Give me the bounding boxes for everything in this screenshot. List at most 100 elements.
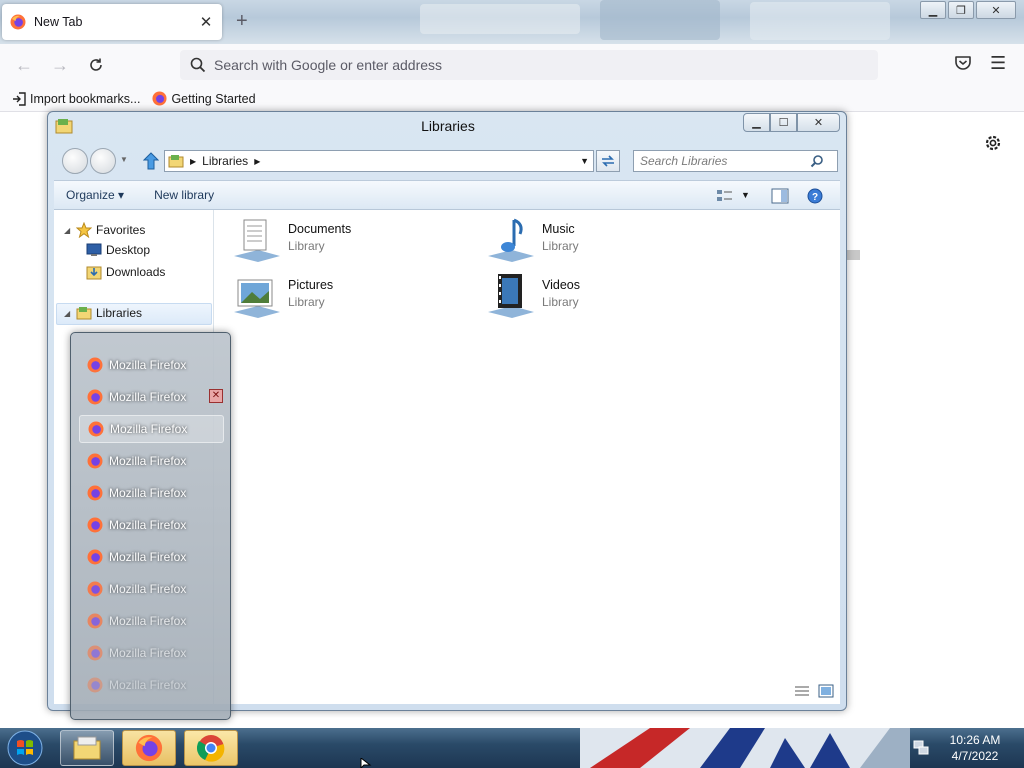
bookmark-label: Import bookmarks...: [30, 91, 141, 106]
forward-button[interactable]: [90, 148, 116, 174]
url-bar[interactable]: [180, 50, 878, 80]
history-dropdown-icon[interactable]: ▼: [120, 155, 128, 164]
window-list-item[interactable]: Mozilla Firefox: [79, 415, 224, 443]
new-library-button[interactable]: New library: [154, 188, 214, 202]
gear-icon[interactable]: [983, 133, 1003, 153]
network-icon[interactable]: [912, 738, 930, 756]
forward-arrow-icon[interactable]: →: [48, 53, 72, 77]
taskbar-chrome-button[interactable]: [184, 730, 238, 766]
address-dropdown-icon[interactable]: ▼: [580, 156, 589, 166]
new-tab-icon[interactable]: +: [236, 10, 248, 33]
close-button[interactable]: ✕: [797, 113, 840, 132]
preview-pane-icon[interactable]: [771, 188, 789, 204]
view-dropdown-icon[interactable]: ▼: [741, 190, 750, 200]
window-list-item[interactable]: Mozilla Firefox: [79, 543, 224, 571]
bookmarks-toolbar: Import bookmarks... Getting Started: [0, 86, 1024, 112]
clock-time: 10:26 AM: [949, 733, 1001, 747]
window-list-item[interactable]: Mozilla Firefox ✕: [79, 383, 224, 411]
scroll-hint: [846, 250, 860, 260]
firefox-icon: [87, 645, 103, 661]
clock-date: 4/7/2022: [951, 749, 999, 763]
window-list-item[interactable]: Mozilla Firefox: [79, 671, 224, 699]
taskbar-explorer-button[interactable]: [60, 730, 114, 766]
up-arrow-icon[interactable]: [143, 152, 159, 170]
library-pictures[interactable]: Pictures Library: [232, 272, 333, 320]
back-arrow-icon[interactable]: ←: [12, 53, 36, 77]
search-input[interactable]: [640, 154, 810, 168]
hamburger-menu-icon[interactable]: ☰: [990, 53, 1006, 74]
bookmark-label: Getting Started: [171, 91, 256, 106]
command-bar: Organize ▾ New library ▼ ?: [54, 180, 840, 210]
firefox-icon: [87, 389, 103, 405]
library-type: Library: [288, 295, 325, 309]
breadcrumb[interactable]: Libraries: [202, 154, 248, 168]
tab-strip: New Tab ✕ + ▁ ❐ ✕: [0, 0, 1024, 44]
documents-library-icon: [234, 219, 280, 262]
breadcrumb-chevron-icon[interactable]: ▶: [254, 157, 260, 166]
sidebar-item-libraries[interactable]: ◢ Libraries: [64, 306, 142, 320]
close-button[interactable]: ✕: [976, 1, 1016, 19]
large-icons-view-icon[interactable]: [818, 684, 834, 698]
library-videos[interactable]: Videos Library: [486, 272, 580, 320]
breadcrumb-chevron-icon[interactable]: ▶: [190, 157, 196, 166]
explorer-folder-icon: [73, 736, 101, 760]
bookmark-import[interactable]: Import bookmarks...: [12, 92, 140, 106]
tab-title: New Tab: [34, 15, 83, 29]
mouse-pointer-icon: [360, 758, 372, 768]
search-box[interactable]: [633, 150, 838, 172]
window-list-item[interactable]: Mozilla Firefox: [79, 575, 224, 603]
minimize-button[interactable]: ▁: [920, 1, 946, 19]
window-list-item[interactable]: Mozilla Firefox: [79, 479, 224, 507]
window-list-item[interactable]: Mozilla Firefox: [79, 447, 224, 475]
downloads-folder-icon: [86, 266, 102, 280]
help-icon[interactable]: ?: [807, 188, 823, 204]
expand-triangle-icon[interactable]: ◢: [64, 226, 76, 235]
sidebar-item-desktop[interactable]: Desktop: [86, 243, 150, 257]
svg-text:?: ?: [812, 192, 818, 203]
videos-library-icon: [488, 274, 534, 318]
close-window-icon[interactable]: ✕: [209, 389, 223, 403]
window-list-item[interactable]: Mozilla Firefox: [79, 639, 224, 667]
libraries-folder-icon: [76, 307, 92, 320]
firefox-window-controls: ▁ ❐ ✕: [918, 1, 1016, 19]
maximize-button[interactable]: ☐: [770, 113, 797, 132]
library-name: Music: [542, 222, 575, 236]
libraries-window-controls: ▁ ☐ ✕: [743, 113, 840, 132]
back-button[interactable]: [62, 148, 88, 174]
tab-new-tab[interactable]: New Tab ✕: [2, 4, 222, 40]
library-documents[interactable]: Documents Library: [232, 216, 351, 264]
expand-triangle-icon[interactable]: ◢: [64, 309, 76, 318]
organize-button[interactable]: Organize ▾: [66, 188, 124, 202]
bookmark-getting-started[interactable]: Getting Started: [152, 91, 256, 106]
search-icon: [810, 155, 823, 168]
library-music[interactable]: Music Library: [486, 216, 579, 264]
details-view-icon[interactable]: [794, 684, 810, 698]
taskbar-firefox-button[interactable]: [122, 730, 176, 766]
window-list-item[interactable]: Mozilla Firefox: [79, 607, 224, 635]
pocket-icon[interactable]: [953, 53, 973, 73]
change-view-icon[interactable]: [716, 188, 734, 204]
address-bar[interactable]: ▶ Libraries ▶ ▼: [164, 150, 594, 172]
wallpaper-art: [580, 728, 910, 768]
search-icon: [190, 57, 206, 73]
firefox-icon: [87, 581, 103, 597]
import-icon: [13, 91, 26, 106]
sidebar-item-favorites[interactable]: ◢ Favorites: [64, 222, 145, 238]
system-clock[interactable]: 10:26 AM 4/7/2022: [940, 732, 1010, 764]
minimize-button[interactable]: ▁: [743, 113, 770, 132]
firefox-icon: [135, 734, 163, 762]
library-name: Documents: [288, 222, 352, 236]
firefox-icon: [10, 14, 26, 30]
tab-close-icon[interactable]: ✕: [198, 13, 214, 31]
window-list-item[interactable]: Mozilla Firefox: [79, 511, 224, 539]
sidebar-item-downloads[interactable]: Downloads: [86, 264, 165, 280]
url-input[interactable]: [214, 57, 814, 73]
restore-button[interactable]: ❐: [948, 1, 974, 19]
library-name: Pictures: [288, 278, 334, 292]
refresh-button[interactable]: [596, 150, 620, 172]
reload-icon[interactable]: [84, 53, 108, 77]
window-list-item[interactable]: Mozilla Firefox: [79, 351, 224, 379]
firefox-icon: [88, 421, 104, 437]
firefox-icon: [87, 613, 103, 629]
start-button[interactable]: [4, 729, 46, 767]
